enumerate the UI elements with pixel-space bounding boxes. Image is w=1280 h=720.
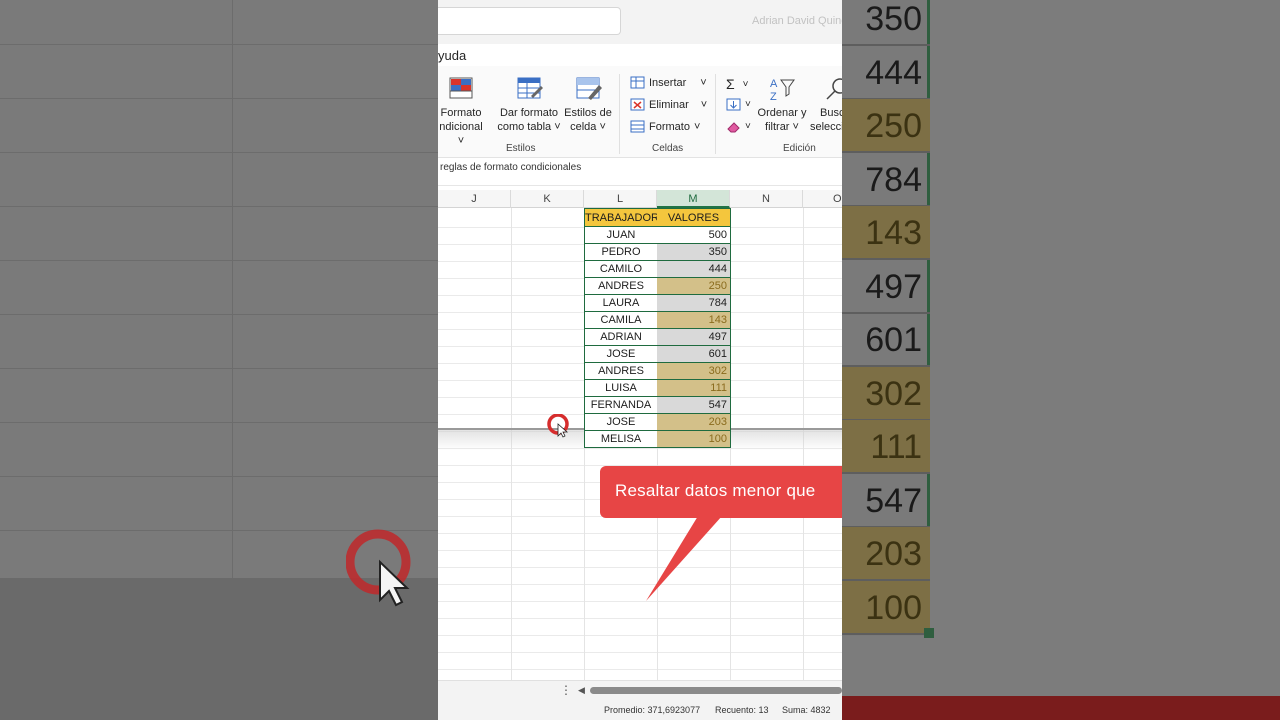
ribbon: Formato ndicional ˅ Dar formato como tab…: [438, 66, 842, 158]
table-cell-worker[interactable]: JUAN: [584, 227, 658, 244]
cursor-click-icon: [346, 529, 411, 607]
search-icon: [826, 78, 842, 100]
table-cell-worker[interactable]: JOSE: [584, 346, 658, 363]
blurred-background-right: 350 444 250 784 143 497 601 302 111 547 203 100: [842, 0, 1280, 720]
cursor-click-icon: [547, 414, 569, 438]
tab-help[interactable]: yuda: [438, 48, 466, 63]
callout-pointer: [646, 516, 722, 601]
zoomed-value: 497: [842, 260, 930, 314]
cell-styles-icon: [576, 77, 602, 100]
eraser-icon: [727, 122, 740, 133]
table-cell-worker[interactable]: ANDRES: [584, 278, 658, 295]
table-cell-worker[interactable]: CAMILA: [584, 312, 658, 329]
zoomed-value: 111: [842, 420, 930, 474]
table-cell-value[interactable]: 302: [657, 363, 731, 380]
horizontal-scrollbar[interactable]: ⋮ ◀: [438, 680, 842, 700]
table-cell-value[interactable]: 497: [657, 329, 731, 346]
zoomed-value: 100: [842, 580, 930, 635]
zoomed-value: 784: [842, 153, 930, 207]
status-average: Promedio: 371,6923077: [604, 705, 701, 715]
table-cell-worker[interactable]: MELISA: [584, 431, 658, 448]
formula-bar[interactable]: reglas de formato condicionales: [438, 158, 842, 186]
table-cell-value[interactable]: 111: [657, 380, 731, 397]
column-header-n[interactable]: N: [730, 190, 803, 208]
table-cell-worker[interactable]: ANDRES: [584, 363, 658, 380]
column-header-o[interactable]: O: [803, 190, 842, 208]
clear-button[interactable]: ˅: [726, 120, 751, 133]
column-headers: J K L M N O: [438, 190, 842, 208]
title-bar: Adrian David Quinc: [438, 0, 842, 44]
scrollbar-thumb[interactable]: [590, 687, 842, 694]
find-select-button[interactable]: Busc selecci: [808, 76, 842, 134]
zoomed-value: 302: [842, 366, 930, 421]
formula-text: reglas de formato condicionales: [440, 162, 582, 173]
sort-filter-button[interactable]: A Z Ordenar y filtrar ˅: [756, 76, 808, 134]
group-label-editing: Edición: [783, 143, 816, 154]
annotation-callout: Resaltar datos menor que: [600, 466, 842, 518]
blurred-background-left: [0, 0, 438, 720]
fill-button[interactable]: ˅: [726, 98, 751, 111]
table-cell-value[interactable]: 500: [657, 227, 731, 244]
format-button[interactable]: Formato ˅: [630, 120, 700, 133]
format-as-table-button[interactable]: Dar formato como tabla ˅: [496, 76, 562, 134]
table-cell-value[interactable]: 350: [657, 244, 731, 261]
table-cell-worker[interactable]: LUISA: [584, 380, 658, 397]
video-frame: 350 444 250 784 143 497 601 302 111 547 203 100 Adr…: [0, 0, 1280, 720]
table-header-values[interactable]: VALORES: [657, 208, 731, 227]
table-cell-worker[interactable]: ADRIAN: [584, 329, 658, 346]
fill-down-icon: [726, 98, 741, 111]
scroll-left-icon[interactable]: ◀: [578, 685, 585, 696]
format-cells-icon: [630, 120, 645, 133]
insert-button[interactable]: Insertar ˅: [630, 76, 707, 89]
autosum-button[interactable]: Σ ˅: [726, 76, 749, 92]
status-bar: Promedio: 371,6923077 Recuento: 13 Suma:…: [438, 700, 842, 720]
zoomed-value: 250: [842, 99, 930, 153]
worksheet-grid[interactable]: TRABAJADOR VALORES Resaltar datos menor …: [438, 208, 842, 680]
table-cell-worker[interactable]: PEDRO: [584, 244, 658, 261]
column-header-k[interactable]: K: [511, 190, 584, 208]
table-cell-value[interactable]: 547: [657, 397, 731, 414]
svg-text:A: A: [770, 78, 778, 90]
search-input[interactable]: [438, 7, 621, 35]
zoomed-value: 547: [842, 474, 930, 528]
column-header-m[interactable]: M: [657, 190, 730, 208]
group-label-cells: Celdas: [652, 143, 684, 154]
delete-button[interactable]: Eliminar ˅: [630, 98, 707, 111]
status-sum: Suma: 4832: [782, 705, 831, 715]
zoomed-value: 203: [842, 527, 930, 581]
cell-styles-button[interactable]: Estilos de celda ˅: [564, 76, 612, 134]
table-cell-value[interactable]: 784: [657, 295, 731, 312]
group-label-styles: Estilos: [506, 143, 536, 154]
table-header-worker[interactable]: TRABAJADOR: [584, 208, 659, 227]
table-cell-worker[interactable]: FERNANDA: [584, 397, 658, 414]
insert-cells-icon: [630, 76, 645, 89]
delete-cells-icon: [630, 98, 645, 111]
column-header-l[interactable]: L: [584, 190, 657, 208]
table-cell-worker[interactable]: LAURA: [584, 295, 658, 312]
table-cell-worker[interactable]: JOSE: [584, 414, 658, 431]
conditional-format-icon: [449, 77, 473, 99]
excel-window: Adrian David Quinc yuda Formato ndiciona…: [438, 0, 842, 720]
table-cell-value[interactable]: 250: [657, 278, 731, 295]
more-options-icon[interactable]: ⋮: [560, 683, 572, 697]
zoomed-value: 444: [842, 46, 930, 100]
user-name: Adrian David Quinc: [752, 15, 842, 27]
table-cell-value[interactable]: 100: [657, 431, 731, 448]
sigma-icon: Σ: [726, 76, 735, 92]
zoomed-value: 601: [842, 313, 930, 367]
table-cell-value[interactable]: 444: [657, 261, 731, 278]
table-cell-value[interactable]: 143: [657, 312, 731, 329]
zoomed-value: 143: [842, 206, 930, 260]
table-cell-value[interactable]: 601: [657, 346, 731, 363]
table-cell-worker[interactable]: CAMILO: [584, 261, 658, 278]
sort-filter-icon: A Z: [770, 78, 795, 102]
zoomed-value: 350: [842, 0, 930, 46]
format-table-icon: [517, 77, 543, 99]
column-header-j[interactable]: J: [438, 190, 511, 208]
status-count: Recuento: 13: [715, 705, 769, 715]
callout-text: Resaltar datos menor que: [615, 481, 816, 500]
svg-text:Z: Z: [770, 91, 777, 102]
conditional-format-button[interactable]: Formato ndicional ˅: [438, 76, 484, 148]
table-cell-value[interactable]: 203: [657, 414, 731, 431]
